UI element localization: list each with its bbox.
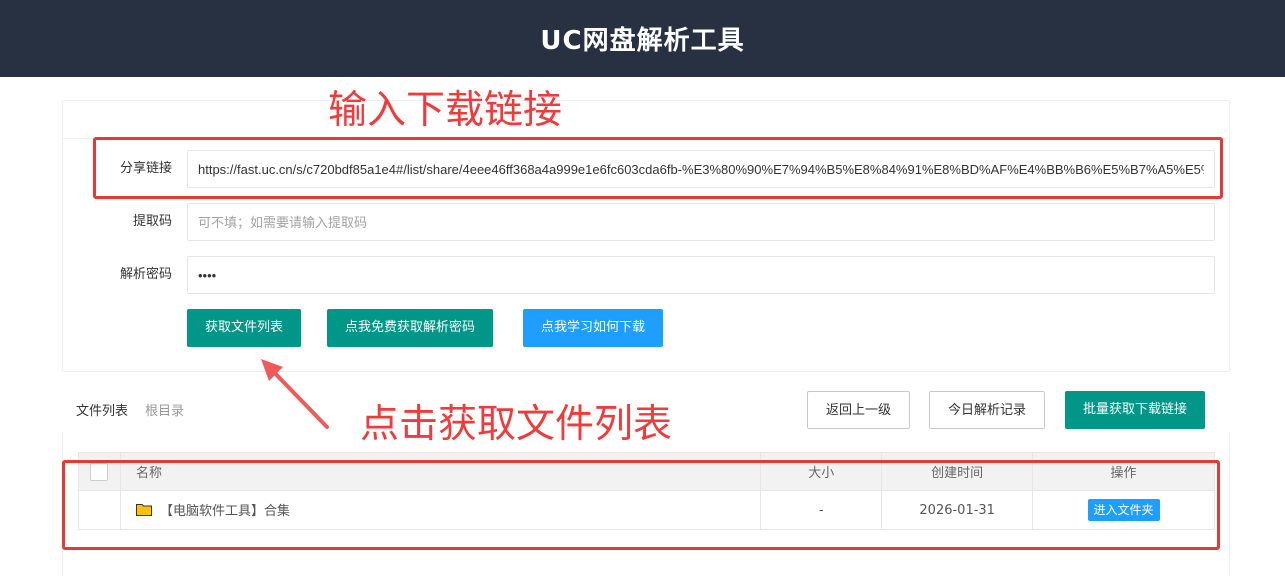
folder-icon <box>135 503 152 520</box>
breadcrumb-root[interactable]: 根目录 <box>145 400 184 419</box>
table-header-row: 名称 大小 创建时间 操作 <box>78 452 1215 491</box>
column-header-size: 大小 <box>760 452 883 491</box>
app-header: UC网盘解析工具 <box>0 0 1285 77</box>
file-list-title: 文件列表 <box>76 404 129 419</box>
row-size-cell: - <box>760 490 883 530</box>
select-all-cell <box>78 452 121 491</box>
column-header-name: 名称 <box>119 452 762 491</box>
extract-code-row: 提取码 <box>62 203 1215 241</box>
go-up-button[interactable]: 返回上一级 <box>807 391 911 429</box>
today-records-button[interactable]: 今日解析记录 <box>929 391 1046 429</box>
row-action-cell: 进入文件夹 <box>1032 490 1215 530</box>
form-card-header <box>63 101 1229 139</box>
table-row: 【电脑软件工具】合集 - 2026-01-31 进入文件夹 <box>78 490 1215 530</box>
parse-password-row: 解析密码 <box>62 256 1215 294</box>
column-header-created: 创建时间 <box>881 452 1034 491</box>
row-check-cell <box>78 490 121 530</box>
annotation-arrow-icon <box>261 359 329 429</box>
file-table: 名称 大小 创建时间 操作 【电脑软件工具】合集 - 2026-01-31 进入… <box>78 452 1215 530</box>
share-link-row: 分享链接 <box>62 150 1215 188</box>
file-table-container: 名称 大小 创建时间 操作 【电脑软件工具】合集 - 2026-01-31 进入… <box>62 432 1230 576</box>
annotation-click-hint: 点击获取文件列表 <box>360 402 673 447</box>
column-header-action: 操作 <box>1032 452 1215 491</box>
annotation-input-hint: 输入下载链接 <box>328 88 563 133</box>
row-created-cell: 2026-01-31 <box>881 490 1034 530</box>
extract-code-label: 提取码 <box>132 214 172 229</box>
enter-folder-button[interactable]: 进入文件夹 <box>1087 499 1160 521</box>
extract-code-input[interactable] <box>187 203 1215 241</box>
row-name-cell: 【电脑软件工具】合集 <box>119 490 762 530</box>
page-title: UC网盘解析工具 <box>540 26 745 56</box>
parse-password-input[interactable] <box>187 256 1215 294</box>
get-password-button[interactable]: 点我免费获取解析密码 <box>327 309 494 347</box>
get-file-list-button[interactable]: 获取文件列表 <box>187 309 302 347</box>
row-name-text[interactable]: 【电脑软件工具】合集 <box>160 504 290 519</box>
learn-download-button[interactable]: 点我学习如何下载 <box>523 309 664 347</box>
parse-password-label: 解析密码 <box>119 267 172 282</box>
share-link-input[interactable] <box>187 150 1215 188</box>
batch-download-links-button[interactable]: 批量获取下载链接 <box>1065 391 1206 429</box>
select-all-checkbox[interactable] <box>90 462 109 481</box>
share-link-label: 分享链接 <box>119 161 172 176</box>
